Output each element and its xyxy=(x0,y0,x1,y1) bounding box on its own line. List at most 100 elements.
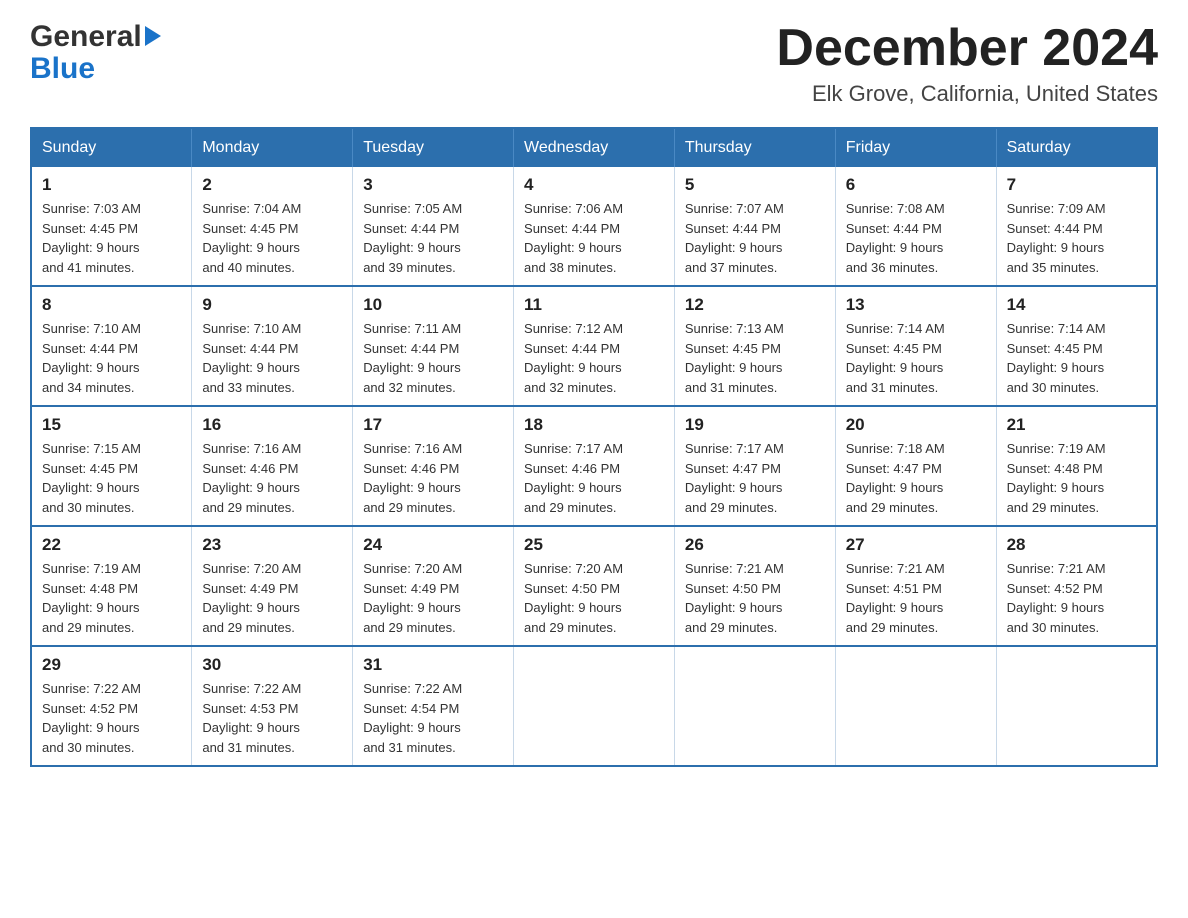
calendar-cell: 19 Sunrise: 7:17 AMSunset: 4:47 PMDayligh… xyxy=(674,406,835,526)
week-row-4: 22Sunrise: 7:19 AMSunset: 4:48 PMDayligh… xyxy=(31,526,1157,646)
calendar-cell xyxy=(674,646,835,766)
calendar-cell xyxy=(835,646,996,766)
day-info: Sunrise: 7:13 AMSunset: 4:45 PMDaylight:… xyxy=(685,319,825,397)
day-info: Sunrise: 7:14 AMSunset: 4:45 PMDaylight:… xyxy=(1007,319,1146,397)
day-info: Sunrise: 7:14 AMSunset: 4:45 PMDaylight:… xyxy=(846,319,986,397)
calendar-cell: 30 Sunrise: 7:22 AMSunset: 4:53 PMDayligh… xyxy=(192,646,353,766)
logo-blue-text: Blue xyxy=(30,52,95,86)
calendar-cell: 14 Sunrise: 7:14 AMSunset: 4:45 PMDayligh… xyxy=(996,286,1157,406)
day-number: 13 xyxy=(846,295,986,315)
calendar-cell: 11Sunrise: 7:12 AMSunset: 4:44 PMDayligh… xyxy=(514,286,675,406)
day-number: 27 xyxy=(846,535,986,555)
calendar-cell: 18 Sunrise: 7:17 AMSunset: 4:46 PMDayligh… xyxy=(514,406,675,526)
day-number: 14 xyxy=(1007,295,1146,315)
day-number: 25 xyxy=(524,535,664,555)
day-number: 28 xyxy=(1007,535,1146,555)
calendar-cell: 27 Sunrise: 7:21 AMSunset: 4:51 PMDayligh… xyxy=(835,526,996,646)
calendar-cell: 4 Sunrise: 7:06 AMSunset: 4:44 PMDaylight… xyxy=(514,167,675,286)
day-number: 5 xyxy=(685,175,825,195)
day-number: 19 xyxy=(685,415,825,435)
month-title: December 2024 xyxy=(776,20,1158,77)
day-number: 30 xyxy=(202,655,342,675)
day-info: Sunrise: 7:22 AMSunset: 4:53 PMDaylight:… xyxy=(202,679,342,757)
day-number: 17 xyxy=(363,415,503,435)
week-row-2: 8 Sunrise: 7:10 AMSunset: 4:44 PMDaylight… xyxy=(31,286,1157,406)
calendar-cell: 25 Sunrise: 7:20 AMSunset: 4:50 PMDayligh… xyxy=(514,526,675,646)
day-info: Sunrise: 7:03 AMSunset: 4:45 PMDaylight:… xyxy=(42,199,181,277)
day-number: 4 xyxy=(524,175,664,195)
logo: General Blue xyxy=(30,20,161,86)
calendar-table: SundayMondayTuesdayWednesdayThursdayFrid… xyxy=(30,127,1158,767)
calendar-cell: 10 Sunrise: 7:11 AMSunset: 4:44 PMDayligh… xyxy=(353,286,514,406)
day-info: Sunrise: 7:15 AMSunset: 4:45 PMDaylight:… xyxy=(42,439,181,517)
calendar-cell: 16 Sunrise: 7:16 AMSunset: 4:46 PMDayligh… xyxy=(192,406,353,526)
day-number: 12 xyxy=(685,295,825,315)
day-info: Sunrise: 7:17 AMSunset: 4:46 PMDaylight:… xyxy=(524,439,664,517)
calendar-cell: 15 Sunrise: 7:15 AMSunset: 4:45 PMDayligh… xyxy=(31,406,192,526)
calendar-cell: 17 Sunrise: 7:16 AMSunset: 4:46 PMDayligh… xyxy=(353,406,514,526)
calendar-cell: 8Sunrise: 7:10 AMSunset: 4:44 PMDaylight… xyxy=(31,286,192,406)
calendar-cell: 2 Sunrise: 7:04 AMSunset: 4:45 PMDaylight… xyxy=(192,167,353,286)
day-number: 9 xyxy=(202,295,342,315)
day-info: Sunrise: 7:22 AMSunset: 4:52 PMDaylight:… xyxy=(42,679,181,757)
day-info: Sunrise: 7:11 AMSunset: 4:44 PMDaylight:… xyxy=(363,319,503,397)
calendar-header-row: SundayMondayTuesdayWednesdayThursdayFrid… xyxy=(31,128,1157,167)
day-number: 29 xyxy=(42,655,181,675)
calendar-cell: 26 Sunrise: 7:21 AMSunset: 4:50 PMDayligh… xyxy=(674,526,835,646)
day-number: 6 xyxy=(846,175,986,195)
day-info: Sunrise: 7:07 AMSunset: 4:44 PMDaylight:… xyxy=(685,199,825,277)
day-info: Sunrise: 7:20 AMSunset: 4:49 PMDaylight:… xyxy=(202,559,342,637)
col-header-saturday: Saturday xyxy=(996,128,1157,167)
day-info: Sunrise: 7:22 AMSunset: 4:54 PMDaylight:… xyxy=(363,679,503,757)
location-text: Elk Grove, California, United States xyxy=(776,81,1158,107)
calendar-cell: 21Sunrise: 7:19 AMSunset: 4:48 PMDayligh… xyxy=(996,406,1157,526)
calendar-cell: 6Sunrise: 7:08 AMSunset: 4:44 PMDaylight… xyxy=(835,167,996,286)
day-number: 18 xyxy=(524,415,664,435)
day-number: 10 xyxy=(363,295,503,315)
day-number: 1 xyxy=(42,175,181,195)
day-number: 21 xyxy=(1007,415,1146,435)
day-number: 8 xyxy=(42,295,181,315)
calendar-cell: 7 Sunrise: 7:09 AMSunset: 4:44 PMDaylight… xyxy=(996,167,1157,286)
calendar-cell xyxy=(996,646,1157,766)
calendar-cell: 12 Sunrise: 7:13 AMSunset: 4:45 PMDayligh… xyxy=(674,286,835,406)
day-info: Sunrise: 7:19 AMSunset: 4:48 PMDaylight:… xyxy=(42,559,181,637)
day-number: 3 xyxy=(363,175,503,195)
day-info: Sunrise: 7:10 AMSunset: 4:44 PMDaylight:… xyxy=(202,319,342,397)
day-info: Sunrise: 7:12 AMSunset: 4:44 PMDaylight:… xyxy=(524,319,664,397)
day-info: Sunrise: 7:21 AMSunset: 4:50 PMDaylight:… xyxy=(685,559,825,637)
calendar-cell: 28 Sunrise: 7:21 AMSunset: 4:52 PMDayligh… xyxy=(996,526,1157,646)
day-info: Sunrise: 7:16 AMSunset: 4:46 PMDaylight:… xyxy=(202,439,342,517)
day-info: Sunrise: 7:20 AMSunset: 4:50 PMDaylight:… xyxy=(524,559,664,637)
calendar-cell: 13 Sunrise: 7:14 AMSunset: 4:45 PMDayligh… xyxy=(835,286,996,406)
calendar-cell: 31 Sunrise: 7:22 AMSunset: 4:54 PMDayligh… xyxy=(353,646,514,766)
logo-general-text: General xyxy=(30,20,142,54)
day-info: Sunrise: 7:21 AMSunset: 4:51 PMDaylight:… xyxy=(846,559,986,637)
title-block: December 2024 Elk Grove, California, Uni… xyxy=(776,20,1158,107)
calendar-cell: 5 Sunrise: 7:07 AMSunset: 4:44 PMDaylight… xyxy=(674,167,835,286)
day-number: 2 xyxy=(202,175,342,195)
calendar-cell: 22Sunrise: 7:19 AMSunset: 4:48 PMDayligh… xyxy=(31,526,192,646)
day-info: Sunrise: 7:17 AMSunset: 4:47 PMDaylight:… xyxy=(685,439,825,517)
day-info: Sunrise: 7:09 AMSunset: 4:44 PMDaylight:… xyxy=(1007,199,1146,277)
col-header-wednesday: Wednesday xyxy=(514,128,675,167)
day-number: 16 xyxy=(202,415,342,435)
week-row-1: 1 Sunrise: 7:03 AMSunset: 4:45 PMDaylight… xyxy=(31,167,1157,286)
day-info: Sunrise: 7:18 AMSunset: 4:47 PMDaylight:… xyxy=(846,439,986,517)
calendar-cell: 3Sunrise: 7:05 AMSunset: 4:44 PMDaylight… xyxy=(353,167,514,286)
day-info: Sunrise: 7:21 AMSunset: 4:52 PMDaylight:… xyxy=(1007,559,1146,637)
week-row-3: 15 Sunrise: 7:15 AMSunset: 4:45 PMDayligh… xyxy=(31,406,1157,526)
day-number: 24 xyxy=(363,535,503,555)
day-info: Sunrise: 7:04 AMSunset: 4:45 PMDaylight:… xyxy=(202,199,342,277)
page-header: General Blue December 2024 Elk Grove, Ca… xyxy=(30,20,1158,107)
day-number: 7 xyxy=(1007,175,1146,195)
day-number: 26 xyxy=(685,535,825,555)
day-number: 31 xyxy=(363,655,503,675)
day-number: 15 xyxy=(42,415,181,435)
calendar-cell: 9 Sunrise: 7:10 AMSunset: 4:44 PMDaylight… xyxy=(192,286,353,406)
day-info: Sunrise: 7:06 AMSunset: 4:44 PMDaylight:… xyxy=(524,199,664,277)
day-info: Sunrise: 7:16 AMSunset: 4:46 PMDaylight:… xyxy=(363,439,503,517)
calendar-cell: 1 Sunrise: 7:03 AMSunset: 4:45 PMDaylight… xyxy=(31,167,192,286)
calendar-cell: 23Sunrise: 7:20 AMSunset: 4:49 PMDayligh… xyxy=(192,526,353,646)
week-row-5: 29 Sunrise: 7:22 AMSunset: 4:52 PMDayligh… xyxy=(31,646,1157,766)
